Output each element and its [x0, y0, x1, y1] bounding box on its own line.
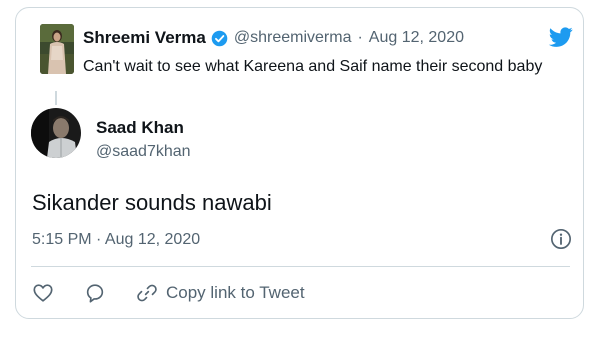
reply-icon[interactable]: [84, 282, 106, 304]
heart-icon[interactable]: [32, 282, 54, 304]
tweet-embed-card: Shreemi Verma @shreemiverma · Aug 12, 20…: [15, 7, 584, 319]
reply-tweet-text: Sikander sounds nawabi: [32, 190, 272, 215]
action-divider: [31, 266, 570, 267]
quoted-user-handle[interactable]: @shreemiverma: [234, 29, 352, 47]
reply-user-name[interactable]: Saad Khan: [96, 118, 184, 138]
header-separator: ·: [357, 29, 363, 46]
twitter-bird-icon[interactable]: [547, 25, 575, 49]
verified-badge-icon: [211, 30, 228, 46]
info-icon[interactable]: [550, 228, 572, 250]
quoted-tweet-header: Shreemi Verma @shreemiverma · Aug 12, 20…: [83, 27, 464, 49]
copy-link-button[interactable]: Copy link to Tweet: [136, 282, 305, 304]
reply-user-handle[interactable]: @saad7khan: [96, 143, 191, 161]
link-icon: [137, 284, 157, 302]
reply-user-avatar[interactable]: [31, 108, 81, 158]
copy-link-label[interactable]: Copy link to Tweet: [166, 283, 305, 303]
quoted-tweet-date[interactable]: Aug 12, 2020: [369, 29, 464, 47]
quoted-user-name[interactable]: Shreemi Verma: [83, 28, 206, 48]
thread-connector-line: [55, 91, 57, 105]
quoted-tweet-text: Can't wait to see what Kareena and Saif …: [83, 58, 543, 75]
tweet-actions-bar: Copy link to Tweet: [32, 281, 305, 305]
tweet-timestamp[interactable]: 5:15 PM · Aug 12, 2020: [32, 231, 200, 249]
quoted-user-avatar[interactable]: [40, 24, 74, 74]
